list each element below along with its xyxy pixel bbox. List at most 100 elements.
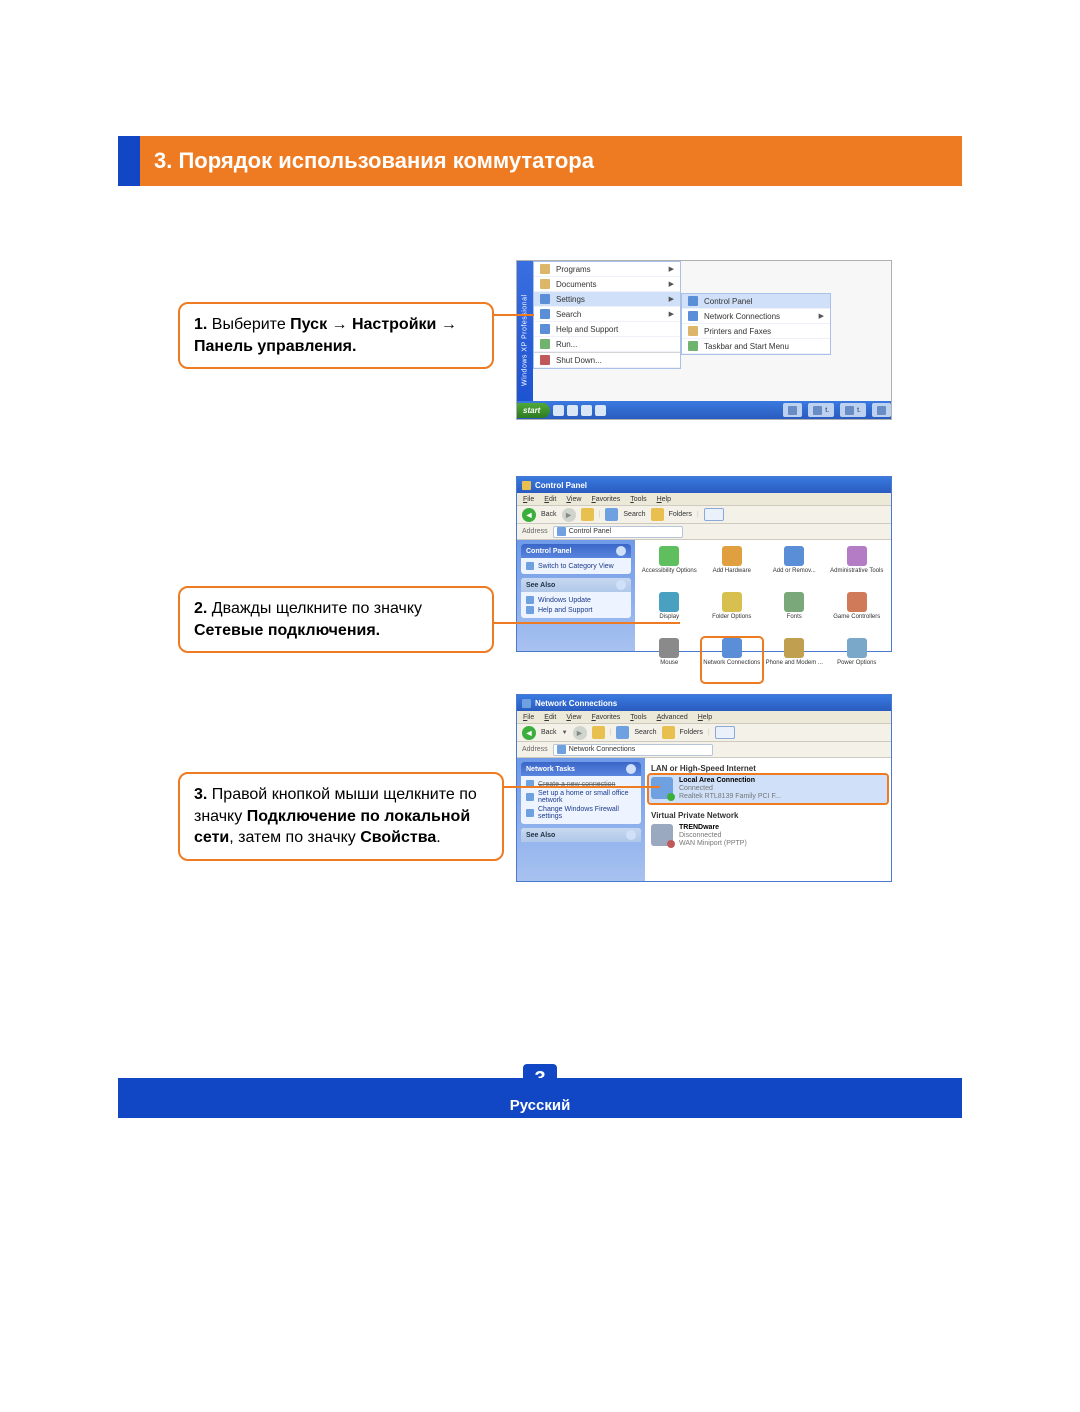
step-2-callout: 2. Дважды щелкните по значку Сетевые под… (178, 586, 494, 653)
back-button[interactable]: ◄ (522, 508, 536, 522)
start-menu-left: Programs▶ Documents▶ Settings▶ Search▶ H… (533, 261, 681, 369)
settings-icon (540, 294, 550, 304)
quicklaunch-icon[interactable] (595, 405, 606, 416)
windows-update-link[interactable]: Windows Update (526, 595, 626, 605)
taskbar-task[interactable] (872, 403, 891, 417)
vpn-connection[interactable]: TRENDware Disconnected WAN Miniport (PPT… (651, 824, 885, 848)
search-icon[interactable] (616, 726, 629, 739)
submenu-network[interactable]: Network Connections▶ (682, 309, 830, 324)
window-toolbar: ◄Back▼ ► | Search Folders | (517, 724, 891, 742)
nc-tasks-head[interactable]: Network Tasks (521, 762, 641, 776)
cp-item[interactable]: Mouse (639, 638, 700, 682)
network-icon (688, 311, 698, 321)
cp-item[interactable]: Add or Remov... (764, 546, 825, 590)
menu-file[interactable]: File (523, 496, 534, 503)
nc-main: LAN or High-Speed Internet Local Area Co… (645, 758, 891, 881)
cp-side-block: Control Panel Switch to Category View (521, 544, 631, 574)
task-icon (845, 406, 854, 415)
cp-item[interactable]: Game Controllers (827, 592, 888, 636)
cp-seealso-block: See Also Windows Update Help and Support (521, 578, 631, 618)
cp-item[interactable]: Power Options (827, 638, 888, 682)
submenu-printers[interactable]: Printers and Faxes (682, 324, 830, 339)
menu-tools[interactable]: Tools (630, 496, 646, 503)
menu-help[interactable]: Help (657, 496, 671, 503)
help-support-link[interactable]: Help and Support (526, 605, 626, 615)
window-title: Network Connections (535, 699, 617, 708)
menu-documents[interactable]: Documents▶ (534, 277, 680, 292)
menu-shutdown[interactable]: Shut Down... (534, 352, 680, 368)
menu-programs[interactable]: Programs▶ (534, 262, 680, 277)
screenshot-start-menu: Windows XP Professional Programs▶ Docume… (516, 260, 892, 420)
screenshot-network-connections: Network Connections File Edit View Favor… (516, 694, 892, 882)
cp-item[interactable]: Fonts (764, 592, 825, 636)
quicklaunch-icon[interactable] (567, 405, 578, 416)
back-button[interactable]: ◄ (522, 726, 536, 740)
display-icon (659, 592, 679, 612)
menu-settings[interactable]: Settings▶ (534, 292, 680, 307)
collapse-icon (616, 546, 626, 556)
folders-icon[interactable] (662, 726, 675, 739)
menu-favorites[interactable]: Favorites (591, 496, 620, 503)
cp-item[interactable]: Accessibility Options (639, 546, 700, 590)
menu-edit[interactable]: Edit (544, 714, 556, 721)
menu-view[interactable]: View (566, 496, 581, 503)
taskbar-task[interactable] (783, 403, 802, 417)
menu-view[interactable]: View (566, 714, 581, 721)
nc-seealso-head[interactable]: See Also (521, 828, 641, 842)
forward-button[interactable]: ► (573, 726, 587, 740)
cp-item[interactable]: Add Hardware (702, 546, 763, 590)
menu-run[interactable]: Run... (534, 337, 680, 352)
quicklaunch-icon[interactable] (553, 405, 564, 416)
collapse-icon (626, 764, 636, 774)
views-button[interactable] (715, 726, 735, 739)
taskbar-task[interactable]: t. (808, 403, 834, 417)
quicklaunch-icon[interactable] (581, 405, 592, 416)
cp-icon-grid: Accessibility Options Add Hardware Add o… (635, 540, 891, 651)
lan-connection[interactable]: Local Area Connection Connected Realtek … (649, 775, 887, 803)
wu-label: Windows Update (538, 597, 591, 604)
footer-language: Русский (118, 1097, 962, 1114)
menu-search[interactable]: Search▶ (534, 307, 680, 322)
address-label: Address (522, 528, 548, 535)
menu-file[interactable]: File (523, 714, 534, 721)
cp-seealso-head[interactable]: See Also (521, 578, 631, 592)
menu-help[interactable]: Help (698, 714, 712, 721)
cp-item-label: Mouse (660, 660, 678, 666)
menu-help[interactable]: Help and Support (534, 322, 680, 337)
views-button[interactable] (704, 508, 724, 521)
taskbar-task[interactable]: t. (840, 403, 866, 417)
submenu-control-panel[interactable]: Control Panel (682, 294, 830, 309)
menu-tools[interactable]: Tools (630, 714, 646, 721)
accessibility-icon (659, 546, 679, 566)
setup-network-link[interactable]: Set up a home or small office network (526, 789, 636, 805)
submenu-arrow-icon: ▶ (669, 310, 674, 318)
admin-icon (847, 546, 867, 566)
cp-item[interactable]: Administrative Tools (827, 546, 888, 590)
switch-category-link[interactable]: Switch to Category View (526, 561, 626, 571)
menu-edit[interactable]: Edit (544, 496, 556, 503)
vpn-status: Disconnected (679, 832, 747, 840)
cp-side-head[interactable]: Control Panel (521, 544, 631, 558)
search-icon[interactable] (605, 508, 618, 521)
cp-item-network-connections[interactable]: Network Connections (702, 638, 763, 682)
cp-item[interactable]: Display (639, 592, 700, 636)
menu-favorites[interactable]: Favorites (591, 714, 620, 721)
link-icon (526, 809, 534, 817)
address-field[interactable]: Network Connections (553, 744, 713, 756)
search-label: Search (623, 511, 645, 518)
address-field[interactable]: Control Panel (553, 526, 683, 538)
cp-item[interactable]: Folder Options (702, 592, 763, 636)
up-icon[interactable] (592, 726, 605, 739)
start-button[interactable]: start (517, 403, 550, 418)
folder-icon (540, 279, 550, 289)
firewall-link[interactable]: Change Windows Firewall settings (526, 805, 636, 821)
menu-advanced[interactable]: Advanced (657, 714, 688, 721)
up-icon[interactable] (581, 508, 594, 521)
connector-3 (504, 786, 660, 788)
submenu-tb-label: Taskbar and Start Menu (704, 342, 789, 351)
cp-item[interactable]: Phone and Modem ... (764, 638, 825, 682)
folders-icon[interactable] (651, 508, 664, 521)
forward-button[interactable]: ► (562, 508, 576, 522)
submenu-taskbar[interactable]: Taskbar and Start Menu (682, 339, 830, 354)
window-menubar: File Edit View Favorites Tools Advanced … (517, 711, 891, 724)
